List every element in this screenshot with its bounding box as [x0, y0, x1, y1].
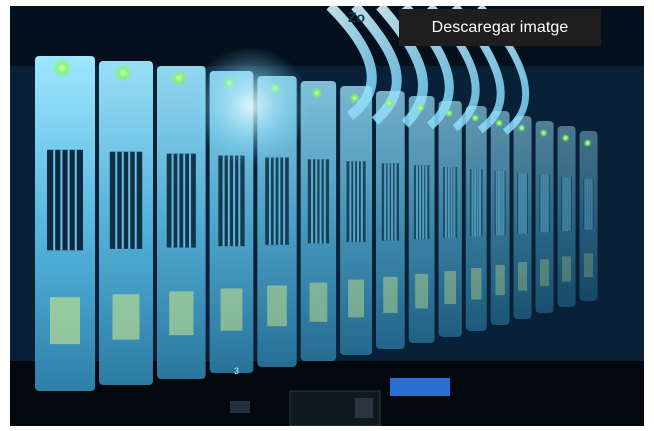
image-viewer: Zo 3 Descaregar imatge: [0, 0, 654, 431]
drive-bay: [579, 131, 598, 301]
bottom-port: [230, 401, 250, 413]
drive-bay: [35, 56, 95, 391]
drive-bay: [490, 111, 510, 325]
server-rack-photo: Zo 3: [10, 6, 644, 426]
bottom-switch: [355, 398, 373, 418]
drive-bay: [535, 121, 554, 313]
drive-bay: [465, 106, 487, 331]
drive-bay: [376, 91, 405, 349]
drive-bay: [340, 86, 373, 355]
server-rack-image: Zo 3: [10, 6, 644, 426]
drive-bay: [99, 61, 153, 385]
drive-bay: [408, 96, 435, 343]
drive-number-label: 3: [234, 366, 239, 376]
download-image-button[interactable]: Descaregar imatge: [399, 9, 601, 46]
display-panel: [390, 378, 450, 396]
light-flare: [190, 46, 310, 166]
drive-bay: [557, 126, 576, 307]
drive-bay: [438, 101, 462, 337]
cable-label: Zo: [348, 9, 365, 25]
drive-bay: [513, 116, 532, 319]
